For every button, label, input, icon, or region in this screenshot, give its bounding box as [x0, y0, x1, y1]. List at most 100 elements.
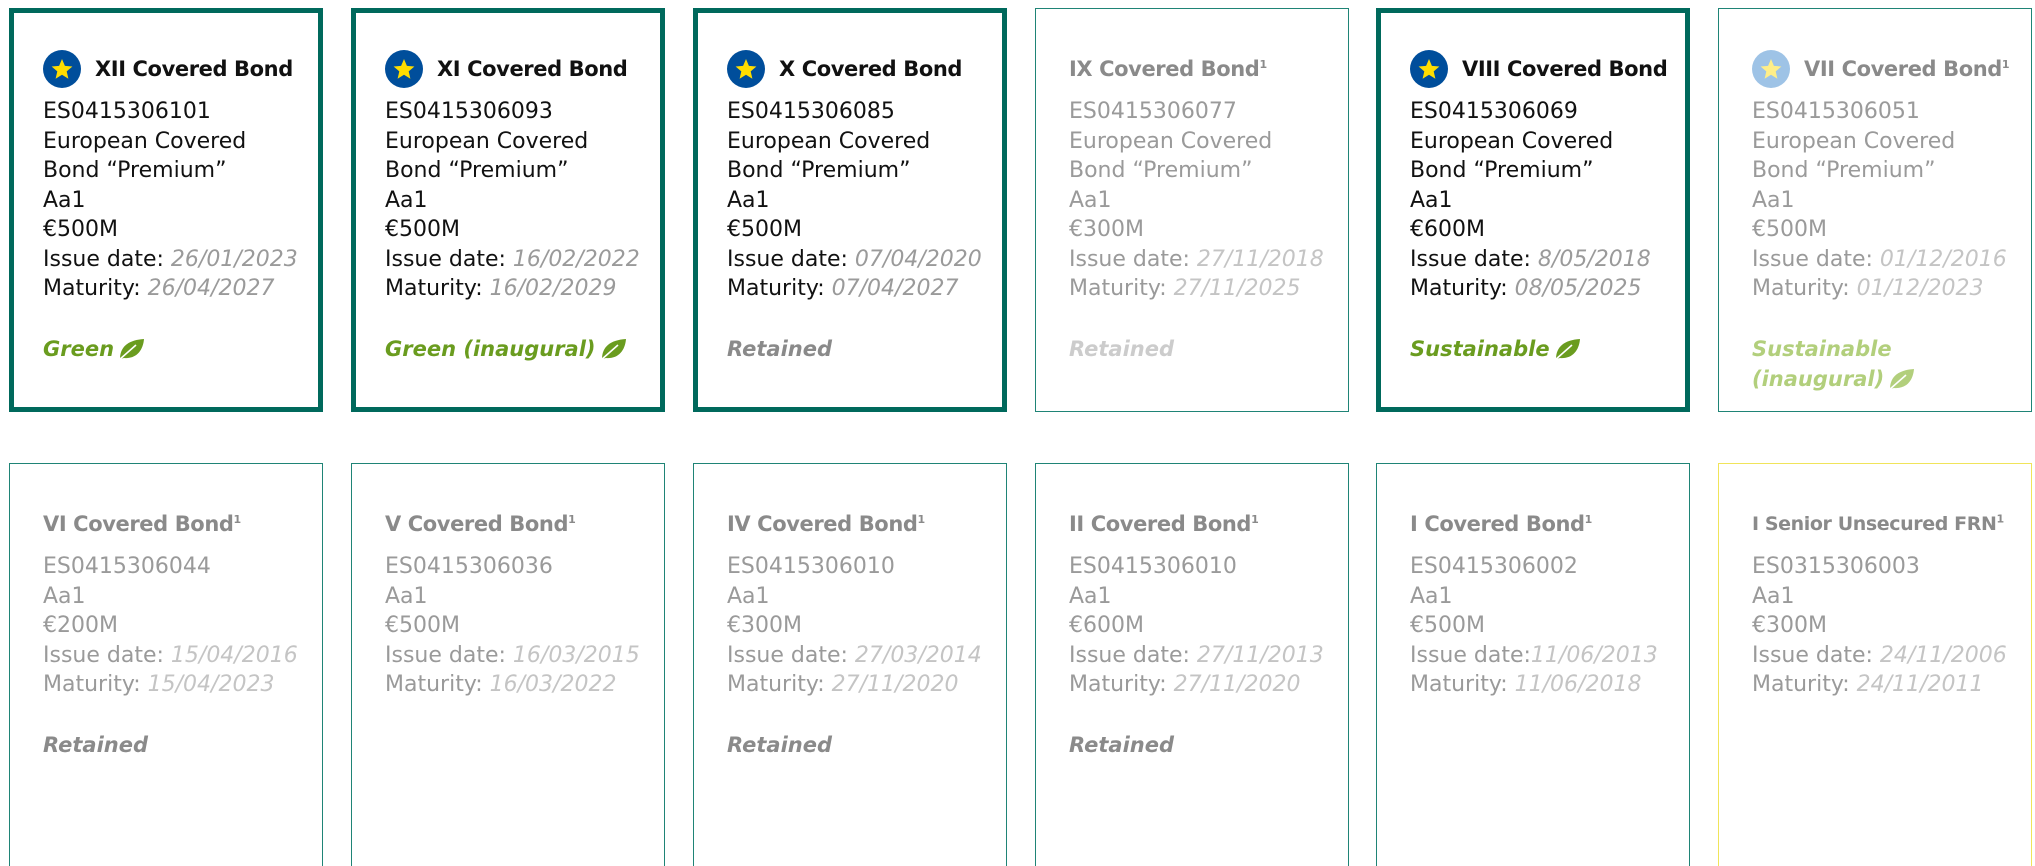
bond-title: X Covered Bond — [779, 57, 963, 81]
issue-date-row: Issue date: 15/04/2016 — [43, 642, 298, 668]
star-icon — [1410, 50, 1448, 88]
bond-type: European Covered — [385, 128, 589, 154]
bond-details: ES0415306010 Aa1 €300M Issue date: 27/03… — [727, 552, 1006, 700]
bond-details: ES0415306010 Aa1 €600M Issue date: 27/11… — [1069, 552, 1348, 700]
amount: €300M — [1069, 217, 1144, 242]
issue-date: 15/04/2016 — [170, 642, 298, 668]
bond-type-cont: Bond “Premium” — [1410, 158, 1594, 183]
card-header: VIII Covered Bond — [1410, 50, 1685, 88]
card-header: X Covered Bond — [727, 50, 1002, 88]
bond-card-xii[interactable]: XII Covered Bond ES0415306101 European C… — [9, 8, 323, 412]
bond-type-cont: Bond “Premium” — [727, 158, 911, 183]
bond-card-iv[interactable]: IV Covered Bond1 ES0415306010 Aa1 €300M … — [693, 463, 1007, 866]
rating: Aa1 — [385, 583, 428, 609]
issue-date: 07/04/2020 — [854, 246, 982, 272]
leaf-icon — [118, 338, 145, 361]
issue-date: 26/01/2023 — [170, 246, 298, 272]
isin: ES0415306051 — [1752, 99, 1920, 124]
bond-details: ES0415306093 European Covered Bond “Prem… — [385, 97, 660, 304]
bond-title: VII Covered Bond1 — [1804, 57, 2010, 81]
bond-card-ix[interactable]: IX Covered Bond1 ES0415306077 European C… — [1035, 8, 1349, 412]
bond-title: II Covered Bond1 — [1069, 512, 1259, 536]
rating: Aa1 — [727, 583, 770, 609]
leaf-icon — [1554, 338, 1580, 361]
issue-date-row: Issue date: 27/11/2018 — [1069, 246, 1324, 272]
bond-details: ES0415306101 European Covered Bond “Prem… — [43, 97, 318, 304]
maturity-date: 16/02/2029 — [489, 276, 617, 301]
star-icon — [43, 50, 81, 88]
rating: Aa1 — [1752, 187, 1795, 213]
bond-details: ES0315306003 Aa1 €300M Issue date: 24/11… — [1752, 552, 2031, 700]
isin: ES0415306093 — [385, 99, 553, 124]
amount: €600M — [1410, 217, 1485, 242]
issue-date-row: Issue date: 8/05/2018 — [1410, 246, 1651, 272]
maturity-row: Maturity: 16/03/2022 — [385, 672, 617, 697]
bond-details: ES0415306036 Aa1 €500M Issue date: 16/03… — [385, 552, 664, 700]
bond-type: European Covered — [1410, 128, 1614, 154]
amount: €300M — [1752, 613, 1827, 638]
maturity-date: 26/04/2027 — [147, 276, 275, 301]
amount: €500M — [727, 217, 802, 242]
amount: €500M — [1752, 217, 1827, 242]
bond-details: ES0415306002 Aa1 €500M Issue date:11/06/… — [1410, 552, 1689, 700]
bond-card-v[interactable]: V Covered Bond1 ES0415306036 Aa1 €500M I… — [351, 463, 665, 866]
bond-card-vi[interactable]: VI Covered Bond1 ES0415306044 Aa1 €200M … — [9, 463, 323, 866]
issue-date-row: Issue date: 26/01/2023 — [43, 246, 298, 272]
leaf-icon — [1888, 368, 1915, 391]
issue-date-row: Issue date: 27/03/2014 — [727, 642, 982, 668]
card-header: V Covered Bond1 — [385, 506, 664, 542]
isin: ES0415306010 — [1069, 554, 1237, 579]
rating: Aa1 — [1069, 187, 1112, 213]
bond-card-xi[interactable]: XI Covered Bond ES0415306093 European Co… — [351, 8, 665, 412]
bond-details: ES0415306044 Aa1 €200M Issue date: 15/04… — [43, 552, 322, 700]
issue-date: 01/12/2016 — [1879, 246, 2007, 272]
bond-card-senior-frn[interactable]: I Senior Unsecured FRN1 ES0315306003 Aa1… — [1718, 463, 2032, 866]
bond-title: VI Covered Bond1 — [43, 512, 241, 536]
maturity-date: 08/05/2025 — [1514, 276, 1642, 301]
maturity-row: Maturity: 24/11/2011 — [1752, 672, 1984, 697]
bond-details: ES0415306077 European Covered Bond “Prem… — [1069, 97, 1348, 304]
bond-card-viii[interactable]: VIII Covered Bond ES0415306069 European … — [1376, 8, 1690, 412]
bond-tag: Green — [43, 334, 318, 364]
issue-date: 27/03/2014 — [854, 642, 982, 668]
maturity-date: 16/03/2022 — [489, 672, 617, 697]
maturity-date: 11/06/2018 — [1514, 672, 1642, 697]
bond-type: European Covered — [727, 128, 931, 154]
issue-date-row: Issue date:11/06/2013 — [1410, 642, 1658, 668]
maturity-date: 07/04/2027 — [831, 276, 959, 301]
card-header: VII Covered Bond1 — [1752, 50, 2031, 88]
issue-date-row: Issue date: 16/03/2015 — [385, 642, 640, 668]
issue-date-row: Issue date: 27/11/2013 — [1069, 642, 1324, 668]
rating: Aa1 — [1069, 583, 1112, 609]
amount: €500M — [43, 217, 118, 242]
bond-card-vii[interactable]: VII Covered Bond1 ES0415306051 European … — [1718, 8, 2032, 412]
maturity-row: Maturity: 01/12/2023 — [1752, 276, 1984, 301]
issue-date: 11/06/2013 — [1530, 642, 1658, 668]
maturity-row: Maturity: 08/05/2025 — [1410, 276, 1642, 301]
amount: €600M — [1069, 613, 1144, 638]
bond-title: XI Covered Bond — [437, 57, 628, 81]
rating: Aa1 — [1752, 583, 1795, 609]
bond-card-ii[interactable]: II Covered Bond1 ES0415306010 Aa1 €600M … — [1035, 463, 1349, 866]
rating: Aa1 — [727, 187, 770, 213]
bond-title: XII Covered Bond — [95, 57, 293, 81]
bond-type: European Covered — [1752, 128, 1956, 154]
isin: ES0415306085 — [727, 99, 895, 124]
bond-title: IV Covered Bond1 — [727, 512, 925, 536]
bond-card-i[interactable]: I Covered Bond1 ES0415306002 Aa1 €500M I… — [1376, 463, 1690, 866]
bond-details: ES0415306085 European Covered Bond “Prem… — [727, 97, 1002, 304]
card-header: VI Covered Bond1 — [43, 506, 322, 542]
issue-date-row: Issue date: 01/12/2016 — [1752, 246, 2007, 272]
maturity-row: Maturity: 11/06/2018 — [1410, 672, 1642, 697]
issue-date-row: Issue date: 16/02/2022 — [385, 246, 640, 272]
amount: €200M — [43, 613, 118, 638]
issue-date: 16/03/2015 — [512, 642, 640, 668]
star-icon — [1752, 50, 1790, 88]
card-header: XII Covered Bond — [43, 50, 318, 88]
issue-date: 27/11/2018 — [1196, 246, 1324, 272]
issue-date: 8/05/2018 — [1537, 246, 1651, 272]
maturity-row: Maturity: 26/04/2027 — [43, 276, 275, 301]
bond-card-x[interactable]: X Covered Bond ES0415306085 European Cov… — [693, 8, 1007, 412]
issue-date: 16/02/2022 — [512, 246, 640, 272]
maturity-date: 27/11/2020 — [1173, 672, 1301, 697]
